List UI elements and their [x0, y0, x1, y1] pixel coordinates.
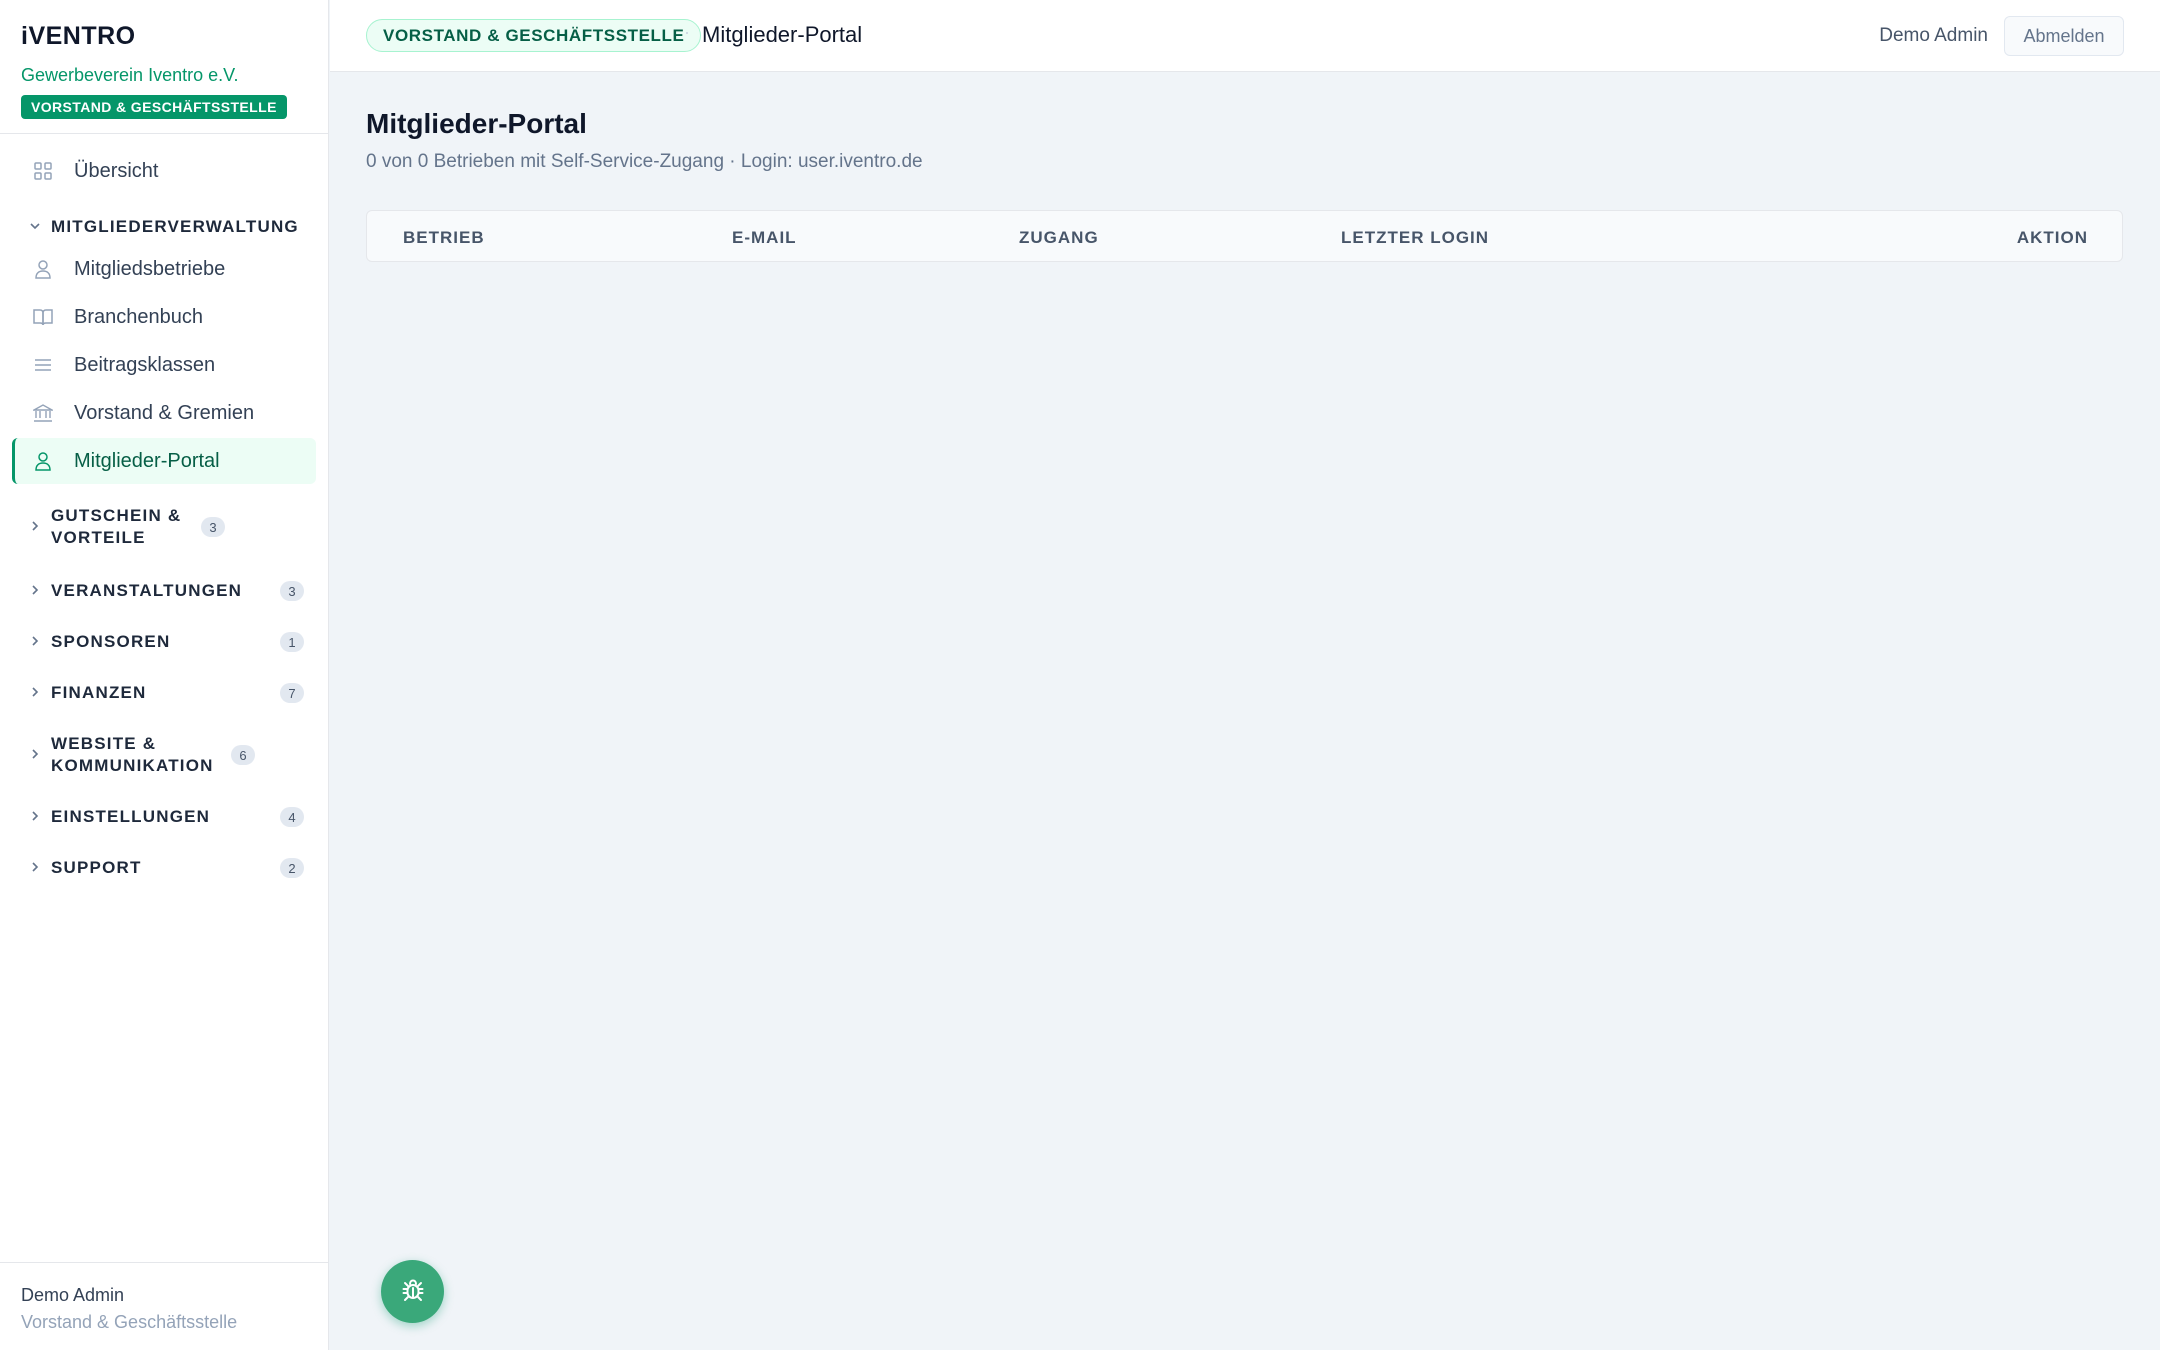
sidebar-item-label: Mitglieder-Portal	[74, 449, 220, 472]
sidebar-user-footer: Demo Admin Vorstand & Geschäftsstelle	[0, 1262, 328, 1350]
column-header-aktion: AKTION	[2016, 228, 2088, 247]
sidebar-item-beitragsklassen[interactable]: Beitragsklassen	[12, 342, 316, 388]
nav-group-label: EINSTELLUNGEN	[51, 807, 211, 826]
nav-group-finanzen[interactable]: FINANZEN 7	[28, 682, 304, 704]
sidebar-item-mitglieder-portal[interactable]: Mitglieder-Portal	[12, 438, 316, 484]
column-header-zugang[interactable]: ZUGANG	[1019, 228, 1099, 248]
nav-group-label: VERANSTALTUNGEN	[51, 581, 243, 600]
chevron-right-icon	[28, 634, 42, 650]
nav-group-support[interactable]: SUPPORT 2	[28, 857, 304, 879]
chevron-right-icon	[28, 860, 42, 876]
nav-group-label: MITGLIEDERVERWALTUNG	[51, 217, 299, 236]
user-icon	[32, 450, 54, 472]
grid-icon	[32, 160, 54, 182]
nav-group-einstellungen[interactable]: EINSTELLUNGEN 4	[28, 806, 304, 828]
nav-group-label: SPONSOREN	[51, 632, 171, 651]
current-user-name: Demo Admin	[1879, 25, 1988, 46]
role-badge: VORSTAND & GESCHÄFTSSTELLE	[21, 95, 287, 119]
members-table: BETRIEB E-MAIL ZUGANG LETZTER LOGIN AKTI…	[366, 210, 2123, 262]
nav-group-label: WEBSITE & KOMMUNIKATION	[51, 734, 214, 775]
chevron-right-icon	[28, 747, 42, 763]
user-name: Demo Admin	[21, 1285, 125, 1305]
page-title: Mitglieder-Portal	[366, 108, 587, 139]
nav-group-count: 6	[231, 745, 255, 765]
book-icon	[32, 306, 54, 328]
sidebar-item-label: Vorstand & Gremien	[74, 401, 255, 424]
nav-group-count: 7	[280, 683, 304, 703]
nav-group-label: GUTSCHEIN & VORTEILE	[51, 506, 182, 547]
column-header-email[interactable]: E-MAIL	[732, 228, 797, 248]
logout-button[interactable]: Abmelden	[2004, 16, 2124, 56]
chevron-right-icon	[28, 685, 42, 701]
bug-icon	[399, 1276, 427, 1307]
bank-icon	[32, 402, 54, 424]
sidebar-item-label: Übersicht	[74, 159, 159, 182]
page-subtitle: 0 von 0 Betrieben mit Self-Service-Zugan…	[366, 151, 923, 172]
nav-group-count: 3	[280, 581, 304, 601]
nav-group-label: FINANZEN	[51, 683, 147, 702]
chevron-down-icon	[28, 219, 42, 235]
nav-group-count: 4	[280, 807, 304, 827]
nav-group-sponsoren[interactable]: SPONSOREN 1	[28, 631, 304, 653]
nav-group-website-kommunikation[interactable]: WEBSITE & KOMMUNIKATION 6	[28, 733, 304, 777]
column-header-letzter-login[interactable]: LETZTER LOGIN	[1341, 228, 1489, 248]
sidebar-item-overview[interactable]: Übersicht	[12, 148, 316, 194]
chevron-right-icon	[28, 519, 42, 535]
user-role: Vorstand & Geschäftsstelle	[21, 1312, 238, 1332]
user-icon	[32, 258, 54, 280]
nav-group-label: SUPPORT	[51, 858, 142, 877]
nav-group-mitgliederverwaltung[interactable]: MITGLIEDERVERWALTUNG	[28, 216, 304, 238]
list-icon	[32, 354, 54, 376]
sidebar-item-label: Beitragsklassen	[74, 353, 216, 376]
top-bar: VORSTAND & GESCHÄFTSSTELLE · Mitglieder-…	[330, 0, 2160, 72]
brand-logo[interactable]: iVENTRO	[21, 22, 307, 51]
nav-group-count: 3	[201, 517, 225, 537]
sidebar-item-branchenbuch[interactable]: Branchenbuch	[12, 294, 316, 340]
bug-report-button[interactable]	[381, 1260, 444, 1323]
sidebar-item-label: Branchenbuch	[74, 305, 203, 328]
nav-group-count: 1	[280, 632, 304, 652]
sidebar-item-mitgliedsbetriebe[interactable]: Mitgliedsbetriebe	[12, 246, 316, 292]
breadcrumb-role-badge: VORSTAND & GESCHÄFTSSTELLE	[366, 19, 702, 52]
breadcrumb-separator: ·	[684, 22, 690, 42]
column-header-betrieb[interactable]: BETRIEB	[403, 228, 485, 248]
chevron-right-icon	[28, 809, 42, 825]
nav-group-veranstaltungen[interactable]: VERANSTALTUNGEN 3	[28, 580, 304, 602]
breadcrumb-current-page: Mitglieder-Portal	[702, 22, 863, 47]
sidebar: iVENTRO Gewerbeverein Iventro e.V. VORST…	[0, 0, 329, 1350]
chevron-right-icon	[28, 583, 42, 599]
sidebar-item-label: Mitgliedsbetriebe	[74, 257, 226, 280]
nav-group-count: 2	[280, 858, 304, 878]
nav-group-gutschein-vorteile[interactable]: GUTSCHEIN & VORTEILE 3	[28, 505, 304, 549]
organization-name: Gewerbeverein Iventro e.V.	[21, 65, 239, 85]
brand-block: iVENTRO Gewerbeverein Iventro e.V. VORST…	[0, 0, 328, 134]
sidebar-item-vorstand-gremien[interactable]: Vorstand & Gremien	[12, 390, 316, 436]
